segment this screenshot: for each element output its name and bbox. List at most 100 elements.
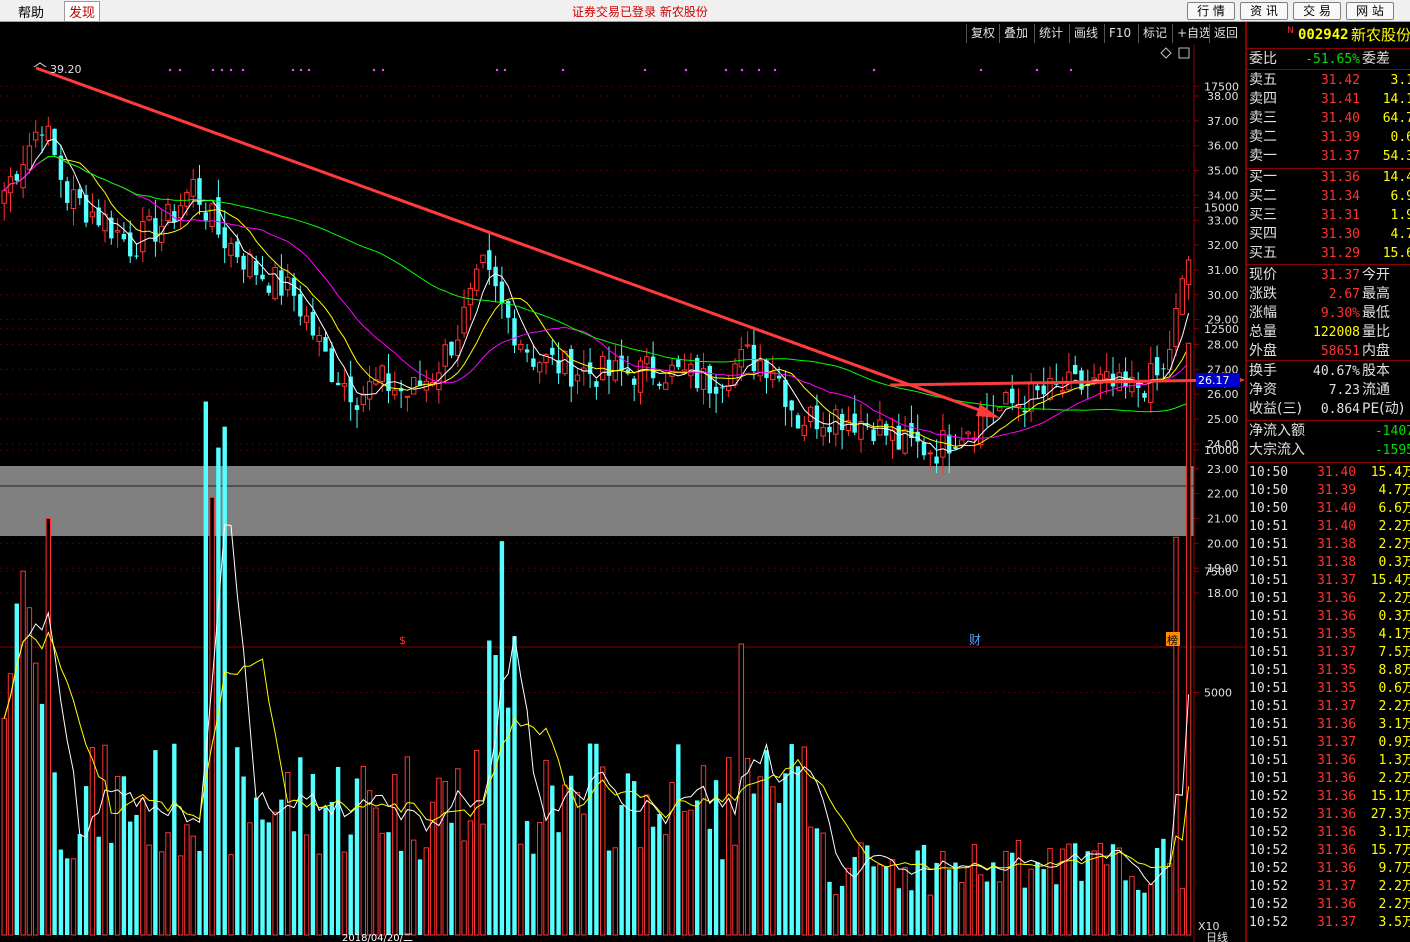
candle-body-up bbox=[272, 267, 278, 300]
tick-volume: 15.4万 bbox=[1370, 573, 1410, 588]
candle-body-down bbox=[493, 266, 498, 287]
ask-row[interactable]: 卖五 31.42 3.1 bbox=[1247, 71, 1410, 90]
order-label: 卖三 bbox=[1249, 110, 1277, 126]
stats-label2: 股本 bbox=[1362, 363, 1390, 379]
bid-row[interactable]: 买五 31.29 15.6 bbox=[1247, 244, 1410, 263]
top-menu-bar: 帮助 发现 证券交易已登录 新农股份 行 情 资 讯 交 易 网 站 bbox=[0, 0, 1410, 22]
f10-button[interactable]: F10 bbox=[1104, 24, 1136, 43]
candle-body-down bbox=[65, 181, 70, 203]
candle-body-up bbox=[877, 419, 883, 436]
tick-volume: 15.7万 bbox=[1370, 843, 1410, 858]
volume-bar-up bbox=[612, 847, 618, 936]
kline-chart[interactable]: 38.0037.0036.0035.0034.0033.0032.0031.00… bbox=[0, 44, 1245, 942]
stats-label2: PE(动) bbox=[1362, 401, 1405, 417]
mark-button[interactable]: 标记 bbox=[1138, 24, 1172, 43]
volume-bar-up bbox=[7, 673, 14, 936]
quote-label2: 最低 bbox=[1362, 305, 1390, 321]
signal-dot bbox=[1035, 68, 1039, 72]
tick-price: 31.37 bbox=[1317, 735, 1357, 750]
candle-body-down bbox=[569, 349, 574, 387]
volume-bar-down bbox=[751, 793, 757, 935]
fuquan-button[interactable]: 复权 bbox=[966, 24, 1000, 43]
volume-bar-down bbox=[657, 813, 662, 935]
bid-row[interactable]: 买二 31.34 6.9 bbox=[1247, 187, 1410, 206]
statistics-button[interactable]: 统计 bbox=[1034, 24, 1068, 43]
volume-bar-up bbox=[820, 832, 826, 936]
draw-line-button[interactable]: 画线 bbox=[1069, 24, 1103, 43]
volume-bar-down bbox=[348, 834, 353, 935]
volume-bar-up bbox=[1047, 847, 1053, 936]
market-button[interactable]: 行 情 bbox=[1187, 2, 1235, 20]
quote-value: 31.37 bbox=[1320, 268, 1360, 283]
volume-bar-up bbox=[1185, 342, 1192, 936]
trade-button[interactable]: 交 易 bbox=[1293, 2, 1341, 20]
signal-dot bbox=[724, 68, 728, 72]
price-tick-label: 32.00 bbox=[1207, 239, 1239, 252]
volume-bar-up bbox=[102, 744, 108, 936]
tick-time: 10:52 bbox=[1249, 861, 1289, 876]
flow-label: 大宗流入 bbox=[1249, 442, 1305, 458]
tick-time: 10:51 bbox=[1249, 537, 1289, 552]
menu-discover[interactable]: 发现 bbox=[64, 1, 101, 22]
volume-bar-down bbox=[323, 807, 328, 935]
volume-bar-down bbox=[153, 750, 158, 935]
website-button[interactable]: 网 站 bbox=[1346, 2, 1394, 20]
tick-price: 31.38 bbox=[1317, 555, 1357, 570]
diamond-icon[interactable] bbox=[1160, 47, 1172, 59]
tick-volume: 2.2万 bbox=[1378, 879, 1410, 894]
tick-price: 31.36 bbox=[1317, 609, 1357, 624]
order-label: 卖四 bbox=[1249, 91, 1277, 107]
order-price: 31.41 bbox=[1320, 92, 1360, 107]
candle-body-down bbox=[354, 405, 360, 410]
candle-body-down bbox=[795, 415, 801, 429]
bid-row[interactable]: 买四 31.30 4.7 bbox=[1247, 225, 1410, 244]
tick-time: 10:51 bbox=[1249, 753, 1289, 768]
tick-time: 10:50 bbox=[1249, 501, 1289, 516]
volume-bar-down bbox=[953, 862, 958, 935]
bid-row[interactable]: 买三 31.31 1.9 bbox=[1247, 206, 1410, 225]
candle-body-down bbox=[921, 442, 927, 456]
volume-bar-up bbox=[669, 782, 675, 936]
quote-value: 58651 bbox=[1320, 344, 1360, 359]
window-toggle-icon[interactable] bbox=[1178, 47, 1190, 59]
volume-tick-label: 5000 bbox=[1204, 687, 1232, 700]
tick-price: 31.36 bbox=[1317, 861, 1357, 876]
candle-body-down bbox=[1142, 393, 1147, 398]
volume-bar-up bbox=[480, 823, 486, 936]
volume-bar-up bbox=[247, 822, 253, 936]
stats-value: 7.23 bbox=[1328, 383, 1360, 398]
menu-help[interactable]: 帮助 bbox=[18, 2, 44, 21]
bid-row[interactable]: 买一 31.36 14.4 bbox=[1247, 168, 1410, 187]
candle-body-down bbox=[323, 337, 328, 352]
volume-bar-up bbox=[637, 847, 644, 936]
volume-bar-up bbox=[1104, 864, 1110, 936]
overlay-button[interactable]: 叠加 bbox=[999, 24, 1033, 43]
ask-row[interactable]: 卖三 31.40 64.7 bbox=[1247, 109, 1410, 128]
volume-bar-down bbox=[984, 881, 990, 935]
volume-bar-down bbox=[128, 821, 133, 935]
news-button[interactable]: 资 讯 bbox=[1240, 2, 1288, 20]
tick-price: 31.36 bbox=[1317, 771, 1357, 786]
tick-row: 10:51 31.40 2.2万 bbox=[1247, 518, 1410, 536]
back-button[interactable]: 返回 bbox=[1209, 24, 1243, 43]
order-price: 31.40 bbox=[1320, 111, 1360, 126]
ask-row[interactable]: 卖一 31.37 54.3 bbox=[1247, 147, 1410, 166]
candle-body-up bbox=[33, 131, 39, 141]
tick-volume: 9.7万 bbox=[1378, 861, 1410, 876]
ask-row[interactable]: 卖二 31.39 0.6 bbox=[1247, 128, 1410, 147]
candle-body-up bbox=[644, 356, 650, 365]
ask-row[interactable]: 卖四 31.41 14.1 bbox=[1247, 90, 1410, 109]
signal-dot bbox=[307, 68, 311, 72]
signal-dot bbox=[773, 68, 777, 72]
volume-bar-down bbox=[1073, 843, 1078, 935]
tick-volume: 2.2万 bbox=[1378, 537, 1410, 552]
tick-volume: 7.5万 bbox=[1378, 645, 1410, 660]
candle-body-up bbox=[996, 407, 1003, 412]
tick-volume: 2.2万 bbox=[1378, 591, 1410, 606]
candle-body-up bbox=[366, 381, 373, 400]
volume-bar-down bbox=[619, 805, 624, 935]
volume-bar-down bbox=[1041, 869, 1046, 935]
signal-dot bbox=[299, 68, 303, 72]
volume-bars bbox=[1, 342, 1192, 936]
volume-bar-down bbox=[329, 801, 334, 935]
